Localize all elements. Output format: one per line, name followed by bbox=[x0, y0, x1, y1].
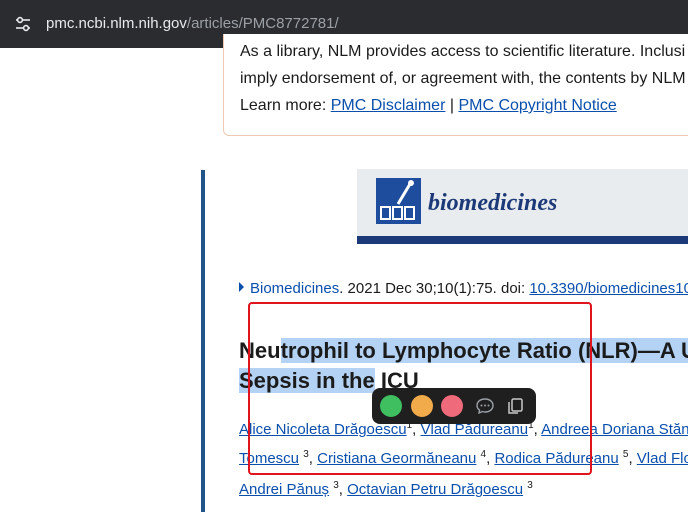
url-text[interactable]: pmc.ncbi.nlm.nih.gov/articles/PMC8772781… bbox=[46, 15, 339, 33]
separator: , bbox=[338, 481, 348, 498]
triangle-right-icon bbox=[239, 282, 244, 292]
affiliation-sup[interactable]: 3 bbox=[527, 480, 533, 491]
journal-name: biomedicines bbox=[428, 190, 558, 216]
highlight-green-button[interactable] bbox=[380, 395, 402, 417]
highlight-red-button[interactable] bbox=[441, 395, 463, 417]
pmc-disclaimer-link[interactable]: PMC Disclaimer bbox=[331, 97, 446, 114]
highlight-orange-button[interactable] bbox=[411, 395, 433, 417]
citation-details: . 2021 Dec 30;10(1):75. doi: bbox=[339, 280, 530, 297]
disclaimer-box: As a library, NLM provides access to sci… bbox=[223, 34, 688, 136]
doi-link[interactable]: 10.3390/biomedicines1001 bbox=[529, 280, 688, 297]
comment-icon[interactable] bbox=[475, 396, 495, 416]
url-path: /articles/PMC8772781/ bbox=[186, 15, 339, 32]
authors-line-3: Andrei Pănuș 3, Octavian Petru Drăgoescu… bbox=[239, 477, 533, 499]
highlight-toolbar bbox=[372, 388, 536, 424]
disclaimer-line-2: imply endorsement of, or agreement with,… bbox=[240, 70, 686, 87]
journal-banner[interactable]: biomedicines bbox=[357, 169, 688, 244]
journal-link[interactable]: Biomedicines bbox=[250, 280, 339, 297]
url-host: pmc.ncbi.nlm.nih.gov bbox=[46, 15, 187, 32]
author-link[interactable]: Octavian Petru Drăgoescu bbox=[347, 481, 523, 498]
article-left-rule bbox=[201, 170, 205, 512]
citation-line: Biomedicines. 2021 Dec 30;10(1):75. doi:… bbox=[239, 280, 688, 298]
pipette-icon bbox=[380, 180, 415, 220]
learn-more-label: Learn more: bbox=[240, 97, 331, 114]
author-link[interactable]: Andrei Pănuș bbox=[239, 481, 329, 498]
link-separator: | bbox=[445, 97, 459, 114]
author-link[interactable]: Vlad Florin bbox=[637, 450, 688, 467]
copy-icon[interactable] bbox=[505, 396, 525, 416]
disclaimer-line-3: Learn more: PMC Disclaimer | PMC Copyrig… bbox=[240, 96, 617, 116]
banner-stripe bbox=[357, 236, 688, 244]
journal-logo bbox=[376, 178, 421, 224]
separator: , bbox=[628, 450, 637, 467]
pmc-copyright-link[interactable]: PMC Copyright Notice bbox=[458, 97, 616, 114]
disclaimer-line-1: As a library, NLM provides access to sci… bbox=[240, 43, 686, 60]
tune-icon[interactable] bbox=[14, 15, 32, 33]
